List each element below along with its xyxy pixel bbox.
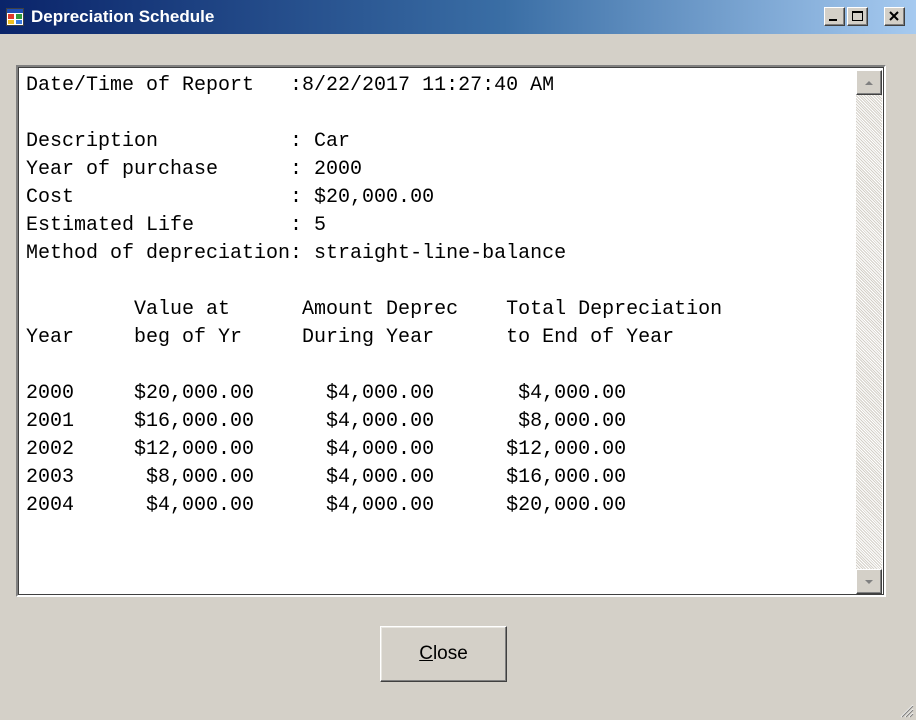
scroll-down-button[interactable] (856, 569, 882, 594)
close-icon (889, 11, 899, 21)
close-button-label: lose (432, 643, 468, 664)
resize-grip-icon[interactable] (898, 702, 914, 718)
maximize-button[interactable] (847, 7, 868, 26)
report-line: 2001 $16,000.00 $4,000.00 $8,000.00 (26, 410, 627, 433)
app-window-icon (6, 8, 24, 26)
report-line: 2004 $4,000.00 $4,000.00 $20,000.00 (26, 494, 627, 517)
report-line: Cost : $20,000.00 (26, 186, 435, 209)
minimize-button[interactable] (824, 7, 845, 26)
arrow-up-icon (865, 81, 873, 85)
report-line: Description : Car (26, 130, 351, 153)
arrow-down-icon (865, 580, 873, 584)
close-button-mnemonic: C (419, 643, 433, 664)
report-line: Estimated Life : 5 (26, 214, 327, 237)
report-line: Date/Time of Report :8/22/2017 11:27:40 … (26, 74, 555, 97)
vertical-scrollbar[interactable] (856, 70, 882, 594)
report-line: Year of purchase : 2000 (26, 158, 363, 181)
report-line: 2003 $8,000.00 $4,000.00 $16,000.00 (26, 466, 627, 489)
report-line: Year beg of Yr During Year to End of Yea… (26, 326, 675, 349)
close-window-button[interactable] (884, 7, 905, 26)
scroll-up-button[interactable] (856, 70, 882, 95)
report-line: Method of depreciation: straight-line-ba… (26, 242, 567, 265)
window-title: Depreciation Schedule (31, 7, 215, 26)
depreciation-window: Depreciation Schedule Date/Time of Repor… (0, 0, 916, 720)
report-line: Value at Amount Deprec Total Depreciatio… (26, 298, 723, 321)
title-bar[interactable]: Depreciation Schedule (0, 0, 916, 34)
maximize-icon (852, 11, 863, 21)
report-line: 2000 $20,000.00 $4,000.00 $4,000.00 (26, 382, 627, 405)
report-line: 2002 $12,000.00 $4,000.00 $12,000.00 (26, 438, 627, 461)
minimize-icon (829, 19, 837, 21)
close-button[interactable]: Close (380, 626, 507, 682)
report-textbox[interactable]: Date/Time of Report :8/22/2017 11:27:40 … (16, 65, 886, 597)
report-text: Date/Time of Report :8/22/2017 11:27:40 … (26, 72, 722, 520)
